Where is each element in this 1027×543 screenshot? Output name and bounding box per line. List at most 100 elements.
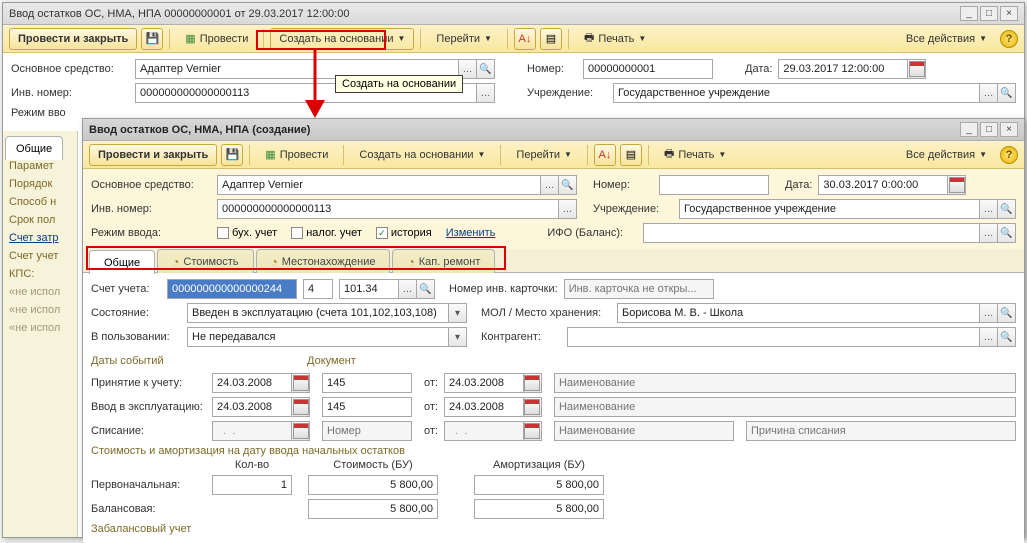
mol-field[interactable]	[617, 303, 980, 323]
ellipsis-button[interactable]: …	[980, 303, 998, 323]
inv-number-field[interactable]	[217, 199, 559, 219]
ellipsis-button[interactable]: …	[980, 83, 998, 103]
close-button[interactable]: ×	[1000, 6, 1018, 21]
writeoff-reason[interactable]	[746, 421, 1016, 441]
side-method[interactable]: Способ н	[5, 193, 75, 211]
minimize-button[interactable]: _	[960, 122, 978, 137]
create-based-button[interactable]: Создать на основании▼	[270, 28, 414, 50]
lookup-icon[interactable]: 🔍	[998, 83, 1016, 103]
writeoff-from[interactable]	[444, 421, 524, 441]
lookup-icon[interactable]: 🔍	[998, 223, 1016, 243]
calendar-icon[interactable]	[908, 59, 926, 79]
save-icon[interactable]: 💾	[141, 28, 163, 50]
post-close-button[interactable]: Провести и закрыть	[89, 144, 217, 166]
writeoff-num[interactable]	[322, 421, 412, 441]
side-order[interactable]: Порядок	[5, 175, 75, 193]
calendar-icon[interactable]	[292, 397, 310, 417]
dropdown-icon[interactable]: ▾	[449, 327, 467, 347]
ellipsis-button[interactable]: …	[980, 327, 998, 347]
accept-from[interactable]	[444, 373, 524, 393]
toolbar-icon-a[interactable]: A↓	[514, 28, 536, 50]
state-field[interactable]	[187, 303, 449, 323]
dropdown-icon[interactable]: ▾	[449, 303, 467, 323]
goto-button[interactable]: Перейти▼	[427, 28, 501, 50]
side-acc[interactable]: Счет учет	[5, 247, 75, 265]
ellipsis-button[interactable]: …	[541, 175, 559, 195]
amort2[interactable]	[474, 499, 604, 519]
comm-num[interactable]	[322, 397, 412, 417]
ellipsis-button[interactable]: …	[399, 279, 417, 299]
calendar-icon[interactable]	[524, 421, 542, 441]
calendar-icon[interactable]	[524, 397, 542, 417]
comm-date[interactable]	[212, 397, 292, 417]
ellipsis-button[interactable]: …	[477, 83, 495, 103]
comm-name[interactable]	[554, 397, 1016, 417]
side-term[interactable]: Срок пол	[5, 211, 75, 229]
tab-cost[interactable]: Стоимость	[157, 249, 253, 273]
tab-repair[interactable]: Кап. ремонт	[392, 249, 495, 273]
calendar-icon[interactable]	[948, 175, 966, 195]
save-icon[interactable]: 💾	[221, 144, 243, 166]
contragent-field[interactable]	[567, 327, 980, 347]
create-based-button[interactable]: Создать на основании▼	[350, 144, 494, 166]
toolbar-icon-a[interactable]: A↓	[594, 144, 616, 166]
cost2[interactable]	[308, 499, 438, 519]
comm-from[interactable]	[444, 397, 524, 417]
qty1[interactable]	[212, 475, 292, 495]
lookup-icon[interactable]: 🔍	[998, 199, 1016, 219]
lookup-icon[interactable]: 🔍	[998, 303, 1016, 323]
minimize-button[interactable]: _	[960, 6, 978, 21]
calendar-icon[interactable]	[524, 373, 542, 393]
date-field[interactable]	[778, 59, 908, 79]
calendar-icon[interactable]	[292, 421, 310, 441]
check-buh[interactable]: бух. учет	[217, 227, 277, 239]
print-button[interactable]: 🖶 Печать▼	[575, 28, 655, 50]
ellipsis-button[interactable]: …	[980, 223, 998, 243]
main-asset-field[interactable]	[217, 175, 541, 195]
all-actions-button[interactable]: Все действия▼	[897, 144, 996, 166]
calendar-icon[interactable]	[292, 373, 310, 393]
toolbar-icon-b[interactable]: ▤	[620, 144, 642, 166]
tab-general[interactable]: Общие	[89, 250, 155, 274]
writeoff-date[interactable]	[212, 421, 292, 441]
lookup-icon[interactable]: 🔍	[559, 175, 577, 195]
org-field[interactable]	[613, 83, 980, 103]
inuse-field[interactable]	[187, 327, 449, 347]
maximize-button[interactable]: □	[980, 122, 998, 137]
goto-button[interactable]: Перейти▼	[507, 144, 581, 166]
all-actions-button[interactable]: Все действия▼	[897, 28, 996, 50]
number-field[interactable]	[659, 175, 769, 195]
side-cost-acc[interactable]: Счет затр	[5, 229, 75, 247]
writeoff-name[interactable]	[554, 421, 734, 441]
help-icon[interactable]: ?	[1000, 146, 1018, 164]
print-button[interactable]: 🖶 Печать▼	[655, 144, 735, 166]
post-close-button[interactable]: Провести и закрыть	[9, 28, 137, 50]
lookup-icon[interactable]: 🔍	[477, 59, 495, 79]
close-button[interactable]: ×	[1000, 122, 1018, 137]
date-field[interactable]	[818, 175, 948, 195]
accept-num[interactable]	[322, 373, 412, 393]
tab-general[interactable]: Общие	[5, 136, 63, 160]
check-hist[interactable]: ✓история	[376, 227, 432, 239]
maximize-button[interactable]: □	[980, 6, 998, 21]
post-button[interactable]: ▦Провести	[176, 28, 257, 50]
account-field-3[interactable]	[339, 279, 399, 299]
amort1[interactable]	[474, 475, 604, 495]
lookup-icon[interactable]: 🔍	[417, 279, 435, 299]
ellipsis-button[interactable]: …	[980, 199, 998, 219]
tab-location[interactable]: Местонахождение	[256, 249, 391, 273]
ifo-field[interactable]	[643, 223, 980, 243]
lookup-icon[interactable]: 🔍	[998, 327, 1016, 347]
ellipsis-button[interactable]: …	[559, 199, 577, 219]
post-button[interactable]: ▦Провести	[256, 144, 337, 166]
number-field[interactable]	[583, 59, 713, 79]
side-kps[interactable]: КПС:	[5, 265, 75, 283]
account-field-2[interactable]	[303, 279, 333, 299]
toolbar-icon-b[interactable]: ▤	[540, 28, 562, 50]
cost1[interactable]	[308, 475, 438, 495]
account-field-1[interactable]	[167, 279, 297, 299]
accept-date[interactable]	[212, 373, 292, 393]
change-link[interactable]: Изменить	[446, 227, 496, 239]
org-field[interactable]	[679, 199, 980, 219]
help-icon[interactable]: ?	[1000, 30, 1018, 48]
